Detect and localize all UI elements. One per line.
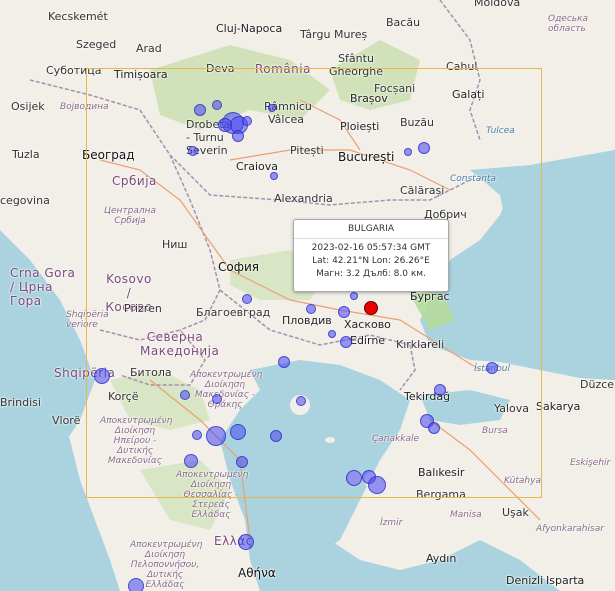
map-view[interactable]: Kecskemét Szeged Суботица Arad Timișoara…: [0, 0, 615, 591]
quake-marker[interactable]: [486, 362, 498, 374]
label-eskisehir: Eskişehir: [570, 458, 611, 468]
label-targu: Târgu Mureș: [300, 28, 368, 41]
quake-marker[interactable]: [306, 304, 316, 314]
quake-marker[interactable]: [218, 118, 232, 132]
quake-marker[interactable]: [242, 294, 252, 304]
label-moldova: Moldova: [474, 0, 521, 9]
quake-marker[interactable]: [206, 426, 226, 446]
quake-marker[interactable]: [212, 394, 222, 404]
quake-marker[interactable]: [188, 146, 198, 156]
quake-marker[interactable]: [232, 130, 244, 142]
quake-marker[interactable]: [128, 578, 144, 591]
label-odesa: Одеська область: [548, 14, 589, 34]
label-afyon: Afyonkarahisar: [536, 524, 604, 534]
label-athina: Αθήνα: [238, 566, 276, 580]
quake-marker[interactable]: [238, 534, 254, 550]
label-arad: Arad: [136, 42, 162, 55]
quake-marker[interactable]: [212, 100, 222, 110]
label-denizli: Denizli: [506, 574, 544, 587]
label-osijek: Osijek: [11, 100, 45, 113]
quake-marker[interactable]: [180, 390, 190, 400]
label-brindisi: Brindisi: [0, 396, 41, 409]
quake-marker[interactable]: [270, 430, 282, 442]
quake-marker[interactable]: [296, 396, 306, 406]
label-manisa: Manisa: [450, 510, 482, 520]
label-cluj: Cluj-Napoca: [216, 22, 283, 35]
label-vlore: Vlorë: [52, 414, 81, 427]
quake-marker[interactable]: [230, 424, 246, 440]
quake-marker[interactable]: [278, 356, 290, 368]
label-cegovina: cegovina: [0, 194, 50, 207]
label-szeged: Szeged: [76, 38, 117, 51]
quake-marker[interactable]: [268, 104, 276, 112]
label-tuzla: Tuzla: [12, 148, 40, 161]
label-izmir: İzmir: [380, 518, 403, 528]
quake-marker[interactable]: [270, 172, 278, 180]
quake-marker[interactable]: [192, 430, 202, 440]
label-sakarya: Sakarya: [536, 400, 581, 413]
selected-quake-marker[interactable]: [364, 301, 378, 315]
quake-marker[interactable]: [236, 456, 248, 468]
quake-marker[interactable]: [434, 384, 446, 396]
popup-magnitude: Магн: 3.2 Дълб: 8.0 км.: [316, 269, 426, 279]
quake-marker[interactable]: [94, 368, 110, 384]
quake-marker[interactable]: [328, 330, 336, 338]
quake-marker[interactable]: [368, 476, 386, 494]
label-crnagora: Crna Gora / Црна Гора: [10, 266, 76, 308]
popup-coords: Lat: 42.21°N Lon: 26.26°E: [312, 256, 430, 266]
quake-marker[interactable]: [242, 116, 252, 126]
popup-title: BULGARIA: [294, 220, 448, 239]
quake-marker[interactable]: [418, 142, 430, 154]
label-duzce: Düzce: [580, 378, 615, 391]
label-isparta: Isparta: [546, 574, 585, 587]
quake-marker[interactable]: [346, 470, 362, 486]
quake-marker[interactable]: [194, 104, 206, 116]
quake-marker[interactable]: [428, 422, 440, 434]
quake-popup: BULGARIA 2023-02-16 05:57:34 GMT Lat: 42…: [293, 219, 449, 292]
label-bacau: Bacău: [386, 16, 421, 29]
label-aydin: Aydın: [426, 552, 457, 565]
label-kecskemet: Kecskemét: [48, 10, 108, 23]
popup-time: 2023-02-16 05:57:34 GMT: [311, 243, 431, 253]
quake-marker[interactable]: [350, 292, 358, 300]
quake-marker[interactable]: [340, 336, 352, 348]
quake-marker[interactable]: [404, 148, 412, 156]
quake-marker[interactable]: [338, 306, 350, 318]
quake-marker[interactable]: [184, 454, 198, 468]
label-usak: Uşak: [502, 506, 529, 519]
